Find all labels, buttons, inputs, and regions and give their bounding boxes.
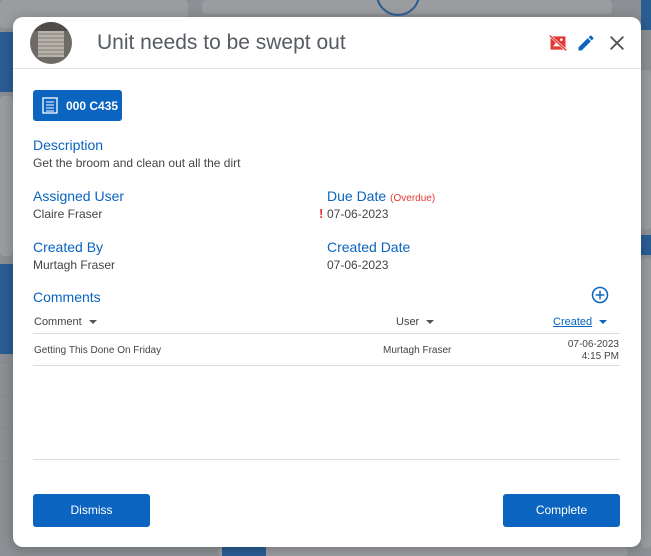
- unit-tag-label: 000 C435: [66, 99, 119, 113]
- unit-tag-button[interactable]: 000 C435: [33, 90, 122, 121]
- description-label: Description: [33, 137, 104, 153]
- bg-card: [218, 547, 628, 556]
- table-row-divider: [33, 365, 620, 366]
- bg-card: [641, 70, 651, 230]
- due-date-value: 07-06-2023: [327, 207, 389, 221]
- table-header-divider: [33, 333, 620, 334]
- comment-created-time: 4:15 PM: [581, 351, 619, 362]
- comments-label: Comments: [33, 289, 101, 305]
- pencil-icon[interactable]: [576, 33, 596, 53]
- bg-blue-panel: [641, 0, 651, 30]
- no-camera-icon[interactable]: [548, 33, 568, 53]
- created-date-value: 07-06-2023: [327, 258, 389, 272]
- unit-avatar: [30, 22, 72, 64]
- column-header-user[interactable]: User: [396, 316, 435, 328]
- created-by-value: Murtagh Fraser: [33, 258, 116, 272]
- caret-down-icon: [426, 320, 435, 325]
- assigned-user-label: Assigned User: [33, 188, 125, 204]
- modal-header: Unit needs to be swept out: [13, 17, 641, 69]
- column-header-user-label: User: [396, 316, 420, 328]
- footer-divider: [33, 459, 620, 460]
- overdue-badge: (Overdue): [390, 193, 436, 204]
- dismiss-button[interactable]: Dismiss: [33, 494, 150, 527]
- bg-blue-panel: [222, 547, 266, 556]
- comment-user: Murtagh Fraser: [383, 345, 452, 356]
- column-header-created-label: Created: [553, 316, 593, 328]
- comment-created-date: 07-06-2023: [567, 339, 619, 350]
- complete-button[interactable]: Complete: [503, 494, 620, 527]
- bg-line: [0, 461, 13, 462]
- created-date-label: Created Date: [327, 239, 411, 255]
- door-icon: [42, 97, 58, 114]
- comment-text: Getting This Done On Friday: [34, 345, 162, 356]
- column-header-created[interactable]: Created: [553, 316, 608, 328]
- column-header-comment-label: Comment: [34, 316, 82, 328]
- close-icon[interactable]: [607, 33, 627, 53]
- description-value: Get the broom and clean out all the dirt: [33, 156, 241, 170]
- caret-down-icon: [88, 320, 97, 325]
- due-date-label: Due Date (Overdue): [327, 188, 435, 204]
- task-title: Unit needs to be swept out: [97, 31, 346, 54]
- bg-line: [0, 395, 13, 396]
- created-by-label: Created By: [33, 239, 104, 255]
- bg-blue-panel: [641, 235, 651, 255]
- bg-line: [0, 362, 13, 363]
- bg-card: [641, 258, 651, 548]
- column-header-comment[interactable]: Comment: [34, 316, 97, 328]
- bg-line: [0, 428, 13, 429]
- due-date-label-text: Due Date: [327, 188, 387, 204]
- assigned-user-value: Claire Fraser: [33, 207, 103, 221]
- add-circle-icon[interactable]: [591, 286, 609, 304]
- task-modal: Unit needs to be swept out 000 C435 Desc…: [13, 17, 641, 547]
- caret-down-icon: [599, 320, 608, 325]
- bg-card: [0, 96, 13, 256]
- overdue-alert-icon: !: [319, 206, 324, 221]
